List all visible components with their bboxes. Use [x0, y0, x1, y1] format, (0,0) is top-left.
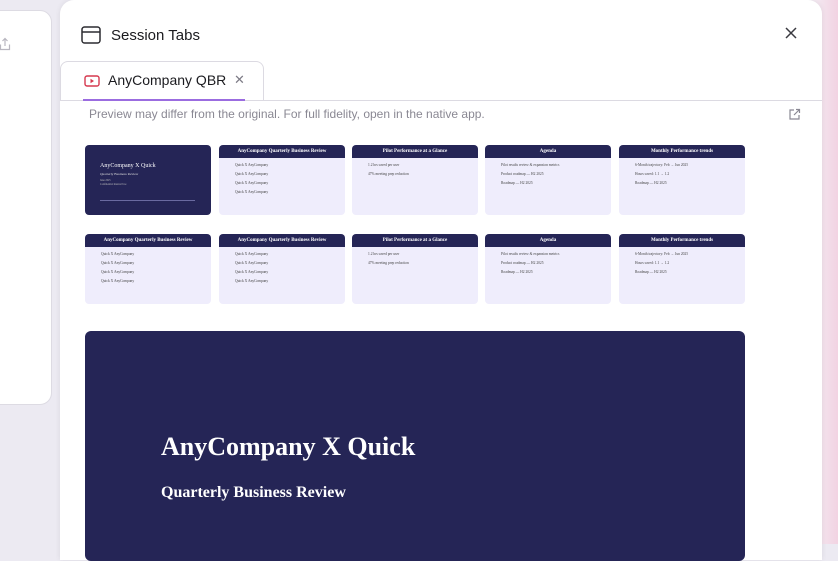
thumbnail-line: Quick X AnyCompany	[101, 270, 135, 274]
close-icon[interactable]	[784, 26, 798, 45]
thumbnail-line: Roadmap — H2 2025	[501, 270, 533, 274]
thumbnail-line: Quick X AnyCompany	[235, 261, 269, 265]
preview-notice: Preview may differ from the original. Fo…	[89, 107, 485, 121]
thumbnail-heading: Agenda	[485, 145, 611, 158]
thumbnail-heading: AnyCompany Quarterly Business Review	[85, 234, 211, 247]
thumbnail-line: 1.2 hrs saved per user	[368, 163, 400, 167]
thumbnail-line: Pilot results review & expansion metrics	[501, 163, 560, 167]
thumbnail-line: Roadmap — H2 2025	[635, 270, 667, 274]
thumbnail-heading: Monthly Performance trends	[619, 234, 745, 247]
slide-thumbnail[interactable]: Monthly Performance trends 6-Month trajec…	[619, 234, 745, 304]
tab-label: AnyCompany QBR	[108, 72, 227, 88]
thumbnail-heading: AnyCompany Quarterly Business Review	[219, 234, 345, 247]
thumbnail-heading: Monthly Performance trends	[619, 145, 745, 158]
thumbnail-line: 47% meeting prep reduction	[368, 261, 409, 265]
thumbnail-line: 47% meeting prep reduction	[368, 172, 409, 176]
thumbnail-heading: Agenda	[485, 234, 611, 247]
thumbnail-line: Roadmap — H2 2025	[635, 181, 667, 185]
thumbnail-line: Hours saved: 1.1 → 1.2	[635, 172, 670, 176]
thumbnail-line: Quick X AnyCompany	[235, 279, 269, 283]
thumbnail-line: Quick X AnyCompany	[235, 190, 269, 194]
thumbnail-line: Quick X AnyCompany	[235, 172, 269, 176]
slide-thumbnail[interactable]: AnyCompany X Quick Quarterly Business Rev…	[85, 145, 211, 215]
thumbnail-line: Product roadmap — H2 2025	[501, 172, 544, 176]
background-card	[0, 10, 52, 405]
thumbnail-line: Quick X AnyCompany	[235, 252, 269, 256]
thumbnail-meta: June 2025	[100, 179, 111, 182]
thumbnail-line: Product roadmap — H2 2025	[501, 261, 544, 265]
thumbnail-line: Quick X AnyCompany	[101, 261, 135, 265]
session-tabs-panel: Session Tabs AnyCompany QBR ✕ Preview ma…	[60, 0, 822, 561]
panel-header: Session Tabs	[60, 0, 822, 60]
thumbnail-line: Hours saved: 1.1 → 1.2	[635, 261, 670, 265]
tab-bar: AnyCompany QBR ✕	[60, 60, 822, 101]
slide-thumbnail[interactable]: Monthly Performance trends 6-Month trajec…	[619, 145, 745, 215]
slide-preview: AnyCompany X Quick Quarterly Business Re…	[85, 331, 745, 561]
thumbnail-line: Quick X AnyCompany	[101, 279, 135, 283]
slide-thumbnail[interactable]: Agenda Pilot results review & expansion m…	[485, 234, 611, 304]
thumbnail-meta: Confidential Internal Use	[100, 183, 127, 186]
thumbnail-title: AnyCompany X Quick	[100, 163, 156, 169]
browser-window-icon	[81, 26, 101, 49]
slide-thumbnail[interactable]: Pilot Performance at a Glance 1.2 hrs sav…	[352, 145, 478, 215]
thumbnail-heading: AnyCompany Quarterly Business Review	[219, 145, 345, 158]
active-tab-indicator	[83, 99, 245, 101]
slide-thumbnail[interactable]: Agenda Pilot results review & expansion m…	[485, 145, 611, 215]
share-icon[interactable]	[0, 37, 11, 56]
thumbnail-line: Pilot results review & expansion metrics	[501, 252, 560, 256]
slide-thumbnail[interactable]: AnyCompany Quarterly Business Review Quic…	[85, 234, 211, 304]
slide-title: AnyCompany X Quick	[161, 432, 416, 461]
slide-thumbnail[interactable]: AnyCompany Quarterly Business Review Quic…	[219, 145, 345, 215]
tab-anycompany-qbr[interactable]: AnyCompany QBR ✕	[60, 61, 264, 101]
thumbnail-line: 6-Month trajectory: Feb → Jun 2025	[635, 252, 689, 256]
external-link-icon[interactable]	[788, 108, 801, 126]
thumbnail-heading: Pilot Performance at a Glance	[352, 145, 478, 158]
panel-title: Session Tabs	[111, 27, 200, 44]
thumbnail-line: Quick X AnyCompany	[235, 270, 269, 274]
thumbnail-line: Quick X AnyCompany	[235, 163, 269, 167]
thumbnail-line: Quick X AnyCompany	[101, 252, 135, 256]
thumbnail-line: 6-Month trajectory: Feb → Jun 2025	[635, 163, 689, 167]
thumbnail-divider	[100, 200, 195, 201]
thumbnail-heading: Pilot Performance at a Glance	[352, 234, 478, 247]
slide-thumbnail[interactable]: AnyCompany Quarterly Business Review Quic…	[219, 234, 345, 304]
thumbnail-line: Quick X AnyCompany	[235, 181, 269, 185]
thumbnail-line: Roadmap — H2 2025	[501, 181, 533, 185]
thumbnail-subtitle: Quarterly Business Review	[100, 172, 139, 176]
tab-close-icon[interactable]: ✕	[234, 72, 245, 88]
slide-subtitle: Quarterly Business Review	[161, 484, 346, 501]
thumbnail-line: 1.2 hrs saved per user	[368, 252, 400, 256]
video-icon	[84, 74, 100, 92]
slide-thumbnail[interactable]: Pilot Performance at a Glance 1.2 hrs sav…	[352, 234, 478, 304]
